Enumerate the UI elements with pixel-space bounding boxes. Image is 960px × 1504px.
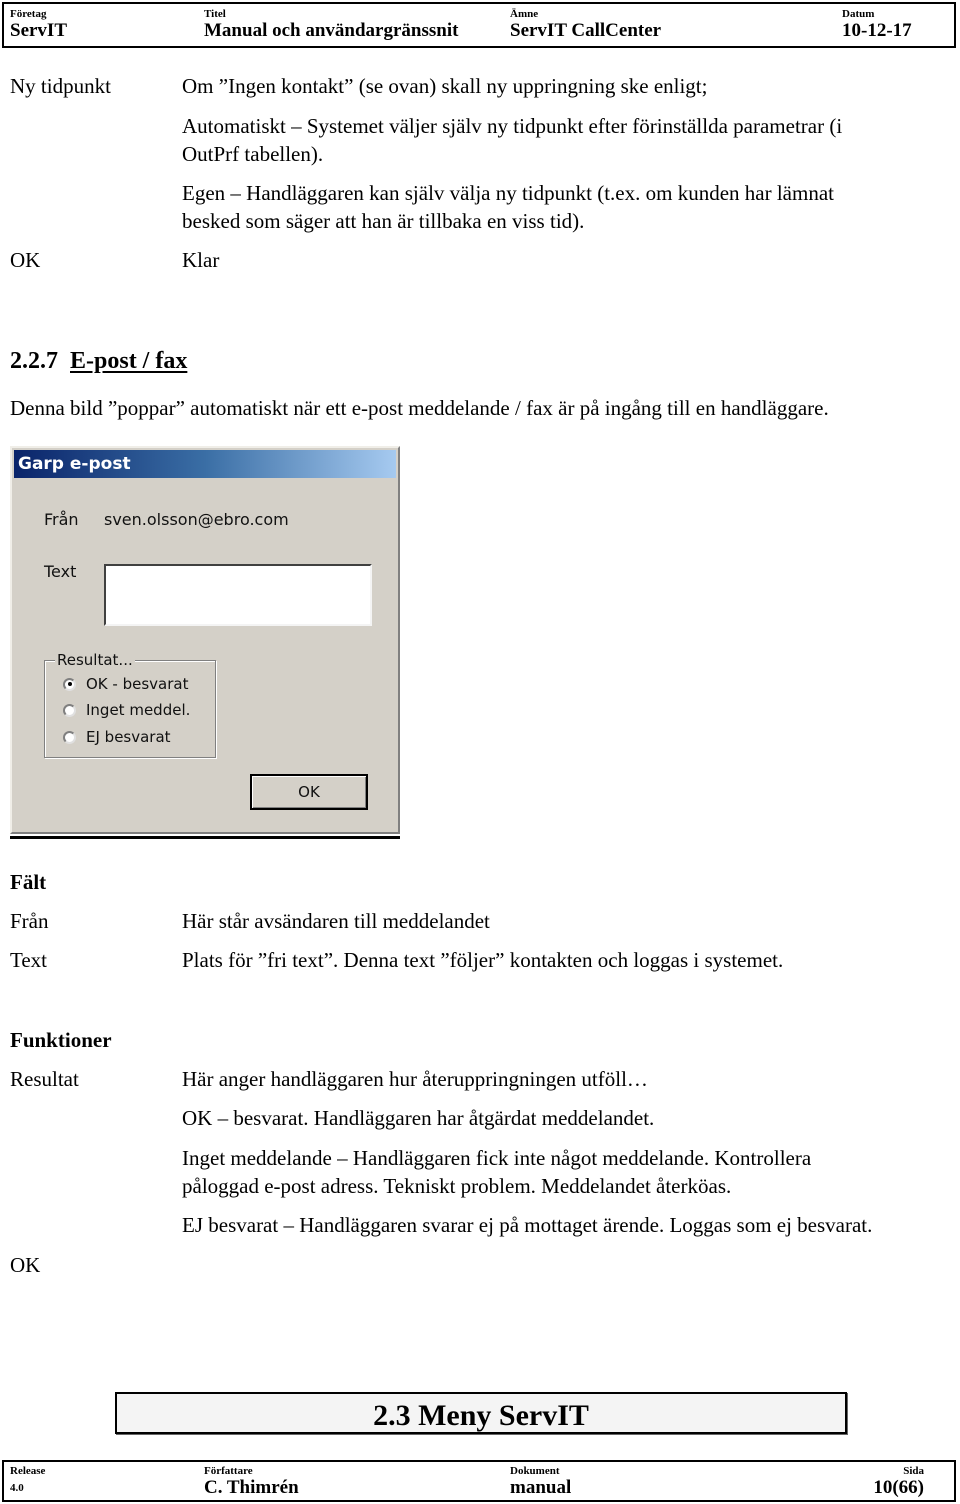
company-value: ServIT	[10, 20, 67, 41]
term-ok: OK	[10, 248, 41, 272]
radio-label: OK - besvarat	[86, 675, 189, 693]
page-header: Företag ServIT Titel Manual och användar…	[2, 2, 956, 48]
header-company: Företag ServIT	[10, 4, 67, 42]
function-inget-line1: Inget meddelande – Handläggaren fick int…	[182, 1146, 812, 1170]
radio-ej-besvarat[interactable]: EJ besvarat	[63, 728, 171, 746]
function-result-intro: Här anger handläggaren hur återuppringni…	[182, 1067, 648, 1091]
radio-ok-besvarat[interactable]: OK - besvarat	[63, 675, 188, 693]
text-input[interactable]	[104, 564, 372, 626]
ok-desc: Klar	[182, 248, 220, 272]
radio-selected-icon[interactable]	[63, 677, 76, 691]
field-term-fran: Från	[10, 909, 49, 933]
field-desc-fran: Här står avsändaren till meddelandet	[182, 909, 490, 933]
section-title: E-post / fax	[70, 348, 188, 374]
page-footer: Release 4.0 Författare C. Thimrén Dokume…	[2, 1460, 956, 1502]
result-group-label: Resultat...	[55, 651, 135, 669]
ny-tidpunkt-intro: Om ”Ingen kontakt” (se ovan) skall ny up…	[182, 74, 708, 98]
ny-tidpunkt-auto-line2: OutPrf tabellen).	[182, 142, 324, 166]
date-label: Datum	[842, 8, 875, 20]
section-intro: Denna bild ”poppar” automatiskt när ett …	[10, 396, 829, 420]
release-label: Release	[10, 1465, 46, 1477]
function-inget-line2: påloggad e-post adress. Tekniskt problem…	[182, 1174, 732, 1198]
subject-value: ServIT CallCenter	[510, 20, 662, 41]
author-label: Författare	[204, 1465, 253, 1477]
functions-heading: Funktioner	[10, 1028, 112, 1052]
fields-heading: Fält	[10, 870, 47, 894]
section-heading: 2.2.7 E-post / fax	[10, 348, 187, 375]
document-label: Dokument	[510, 1465, 560, 1477]
radio-unselected-icon[interactable]	[63, 730, 76, 744]
page-label: Sida	[903, 1465, 924, 1477]
date-value: 10-12-17	[842, 20, 912, 41]
release-value: 4.0	[10, 1482, 24, 1494]
radio-inget-meddel[interactable]: Inget meddel.	[63, 701, 190, 719]
from-value: sven.olsson@ebro.com	[104, 510, 289, 529]
ny-tidpunkt-egen-line2: besked som säger att han är tillbaka en …	[182, 209, 585, 233]
title-label: Titel	[204, 8, 226, 20]
footer-page: Sida 10(66)	[873, 1462, 924, 1499]
ny-tidpunkt-auto-line1: Automatiskt – Systemet väljer själv ny t…	[182, 114, 843, 138]
function-term-ok: OK	[10, 1253, 41, 1277]
page-value: 10(66)	[873, 1477, 924, 1498]
function-ej-desc: EJ besvarat – Handläggaren svarar ej på …	[182, 1213, 873, 1237]
radio-label: Inget meddel.	[86, 701, 191, 719]
footer-document: Dokument manual	[510, 1462, 571, 1499]
dialog-titlebar: Garp e-post	[14, 450, 396, 478]
footer-author: Författare C. Thimrén	[204, 1462, 299, 1499]
header-subject: Ämne ServIT CallCenter	[510, 4, 661, 42]
header-date: Datum 10-12-17	[842, 4, 912, 42]
radio-label: EJ besvarat	[86, 728, 171, 746]
company-label: Företag	[10, 8, 47, 20]
field-term-text: Text	[10, 948, 48, 972]
ok-button[interactable]: OK	[250, 774, 368, 810]
term-ny-tidpunkt: Ny tidpunkt	[10, 74, 111, 98]
subject-label: Ämne	[510, 8, 539, 20]
function-ok-desc: OK – besvarat. Handläggaren har åtgärdat…	[182, 1106, 655, 1130]
result-groupbox: Resultat... OK - besvarat Inget meddel. …	[44, 651, 216, 758]
text-label: Text	[44, 562, 77, 581]
chapter-banner: 2.3 Meny ServIT	[115, 1392, 847, 1434]
function-term-resultat: Resultat	[10, 1067, 79, 1091]
document-value: manual	[510, 1477, 572, 1498]
radio-unselected-icon[interactable]	[63, 703, 76, 717]
field-desc-text: Plats för ”fri text”. Denna text ”följer…	[182, 948, 784, 972]
from-label: Från	[44, 510, 79, 529]
dialog-underline	[10, 836, 400, 839]
header-title: Titel Manual och användargränssnit	[204, 4, 458, 42]
ny-tidpunkt-egen-line1: Egen – Handläggaren kan själv välja ny t…	[182, 181, 834, 205]
author-value: C. Thimrén	[204, 1477, 299, 1498]
footer-release: Release 4.0	[10, 1462, 45, 1494]
title-value: Manual och användargränssnit	[204, 20, 459, 41]
garp-epost-dialog: Garp e-post Från sven.olsson@ebro.com Te…	[10, 446, 400, 834]
section-number: 2.2.7	[10, 348, 58, 374]
